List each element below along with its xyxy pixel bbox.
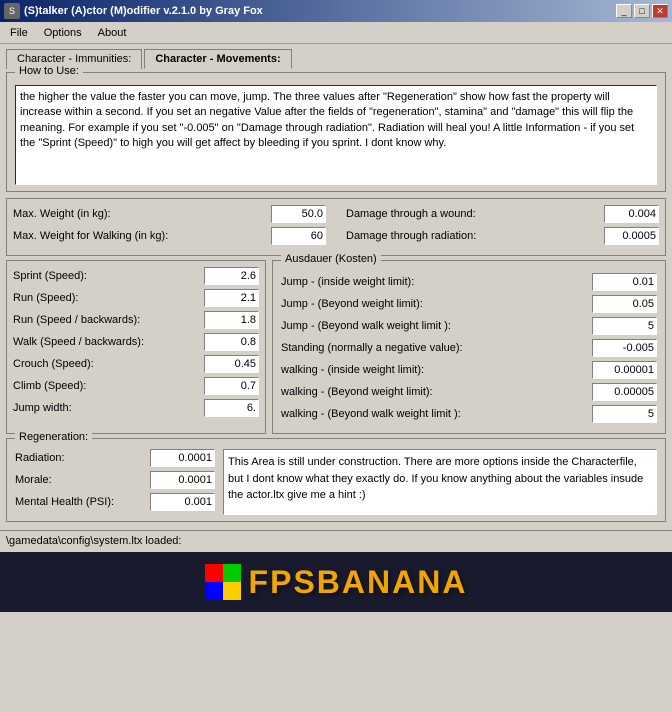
jump-inside-row: Jump - (inside weight limit):: [281, 273, 657, 291]
how-to-use-text: the higher the value the faster you can …: [15, 85, 657, 185]
fpsbanana-icon: [205, 564, 241, 600]
walking-beyond-label: walking - (Beyond weight limit):: [281, 386, 592, 398]
footer-banner: FPSBANANA: [0, 552, 672, 612]
title-bar-buttons: _ □ ✕: [616, 4, 668, 18]
jump-beyond-label: Jump - (Beyond weight limit):: [281, 298, 592, 310]
damage-radiation-label: Damage through radiation:: [346, 230, 604, 242]
damage-wound-input[interactable]: [604, 205, 659, 223]
movement-fields-box: Sprint (Speed): Run (Speed): Run (Speed …: [6, 260, 266, 434]
standing-label: Standing (normally a negative value):: [281, 342, 592, 354]
max-weight-walking-label: Max. Weight for Walking (in kg):: [13, 230, 271, 242]
damage-radiation-row: Damage through radiation:: [346, 227, 659, 245]
max-weight-walking-row: Max. Weight for Walking (in kg):: [13, 227, 326, 245]
climb-input[interactable]: [204, 377, 259, 395]
close-button[interactable]: ✕: [652, 4, 668, 18]
radiation-label: Radiation:: [15, 452, 150, 464]
walk-label: Walk (Speed / backwards):: [13, 336, 204, 348]
maximize-button[interactable]: □: [634, 4, 650, 18]
walking-beyond-walk-label: walking - (Beyond walk weight limit ):: [281, 408, 592, 420]
damage-wound-label: Damage through a wound:: [346, 208, 604, 220]
standing-input[interactable]: [592, 339, 657, 357]
walking-beyond-input[interactable]: [592, 383, 657, 401]
regen-legend: Regeneration:: [15, 431, 92, 443]
jump-beyond-walk-input[interactable]: [592, 317, 657, 335]
walk-row: Walk (Speed / backwards):: [13, 333, 259, 351]
menu-file[interactable]: File: [2, 25, 36, 41]
crouch-row: Crouch (Speed):: [13, 355, 259, 373]
regen-left: Radiation: Morale: Mental Health (PSI):: [15, 449, 215, 515]
banner-text: FPSBANANA: [249, 564, 468, 601]
climb-row: Climb (Speed):: [13, 377, 259, 395]
max-weight-label: Max. Weight (in kg):: [13, 208, 271, 220]
sprint-row: Sprint (Speed):: [13, 267, 259, 285]
climb-label: Climb (Speed):: [13, 380, 204, 392]
sprint-input[interactable]: [204, 267, 259, 285]
mental-health-row: Mental Health (PSI):: [15, 493, 215, 511]
radiation-row: Radiation:: [15, 449, 215, 467]
regen-note: This Area is still under construction. T…: [223, 449, 657, 515]
crouch-input[interactable]: [204, 355, 259, 373]
walking-inside-row: walking - (inside weight limit):: [281, 361, 657, 379]
jump-width-label: Jump width:: [13, 402, 204, 414]
walking-beyond-row: walking - (Beyond weight limit):: [281, 383, 657, 401]
mental-health-label: Mental Health (PSI):: [15, 496, 150, 508]
walk-input[interactable]: [204, 333, 259, 351]
run-backwards-label: Run (Speed / backwards):: [13, 314, 204, 326]
max-weight-row: Max. Weight (in kg):: [13, 205, 326, 223]
max-weight-walking-input[interactable]: [271, 227, 326, 245]
crouch-label: Crouch (Speed):: [13, 358, 204, 370]
jump-inside-input[interactable]: [592, 273, 657, 291]
damage-radiation-input[interactable]: [604, 227, 659, 245]
sprint-label: Sprint (Speed):: [13, 270, 204, 282]
banner-logo: FPSBANANA: [205, 564, 468, 601]
app-icon: S: [4, 3, 20, 19]
ausdauer-box: Ausdauer (Kosten) Jump - (inside weight …: [272, 260, 666, 434]
max-weight-input[interactable]: [271, 205, 326, 223]
top-form-section: Max. Weight (in kg): Max. Weight for Wal…: [6, 198, 666, 256]
regeneration-section: Regeneration: Radiation: Morale: Mental …: [6, 438, 666, 522]
jump-width-row: Jump width:: [13, 399, 259, 417]
walking-inside-label: walking - (inside weight limit):: [281, 364, 592, 376]
tab-movements[interactable]: Character - Movements:: [144, 49, 291, 69]
minimize-button[interactable]: _: [616, 4, 632, 18]
window-title: (S)talker (A)ctor (M)odifier v.2.1.0 by …: [24, 5, 263, 17]
run-backwards-input[interactable]: [204, 311, 259, 329]
regen-inner: Radiation: Morale: Mental Health (PSI): …: [15, 449, 657, 515]
jump-beyond-input[interactable]: [592, 295, 657, 313]
run-input[interactable]: [204, 289, 259, 307]
how-to-use-box: How to Use: the higher the value the fas…: [6, 72, 666, 192]
standing-row: Standing (normally a negative value):: [281, 339, 657, 357]
damage-wound-row: Damage through a wound:: [346, 205, 659, 223]
jump-beyond-walk-label: Jump - (Beyond walk weight limit ):: [281, 320, 592, 332]
ausdauer-legend: Ausdauer (Kosten): [281, 253, 381, 265]
jump-inside-label: Jump - (inside weight limit):: [281, 276, 592, 288]
tab-bar: Character - Immunities: Character - Move…: [6, 48, 666, 68]
status-text: \gamedata\config\system.ltx loaded:: [6, 535, 181, 547]
walking-beyond-walk-input[interactable]: [592, 405, 657, 423]
morale-input[interactable]: [150, 471, 215, 489]
menu-about[interactable]: About: [90, 25, 135, 41]
morale-label: Morale:: [15, 474, 150, 486]
jump-width-input[interactable]: [204, 399, 259, 417]
how-to-legend: How to Use:: [15, 65, 83, 77]
menu-options[interactable]: Options: [36, 25, 90, 41]
ausdauer-section: Ausdauer (Kosten) Jump - (inside weight …: [272, 260, 666, 434]
run-backwards-row: Run (Speed / backwards):: [13, 311, 259, 329]
walking-beyond-walk-row: walking - (Beyond walk weight limit ):: [281, 405, 657, 423]
run-label: Run (Speed):: [13, 292, 204, 304]
jump-beyond-row: Jump - (Beyond weight limit):: [281, 295, 657, 313]
menu-bar: File Options About: [0, 22, 672, 44]
jump-beyond-walk-row: Jump - (Beyond walk weight limit ):: [281, 317, 657, 335]
main-content: Character - Immunities: Character - Move…: [0, 44, 672, 530]
status-bar: \gamedata\config\system.ltx loaded:: [0, 530, 672, 550]
mental-health-input[interactable]: [150, 493, 215, 511]
radiation-input[interactable]: [150, 449, 215, 467]
walking-inside-input[interactable]: [592, 361, 657, 379]
morale-row: Morale:: [15, 471, 215, 489]
title-bar: S (S)talker (A)ctor (M)odifier v.2.1.0 b…: [0, 0, 672, 22]
mid-section: Sprint (Speed): Run (Speed): Run (Speed …: [6, 260, 666, 434]
run-row: Run (Speed):: [13, 289, 259, 307]
